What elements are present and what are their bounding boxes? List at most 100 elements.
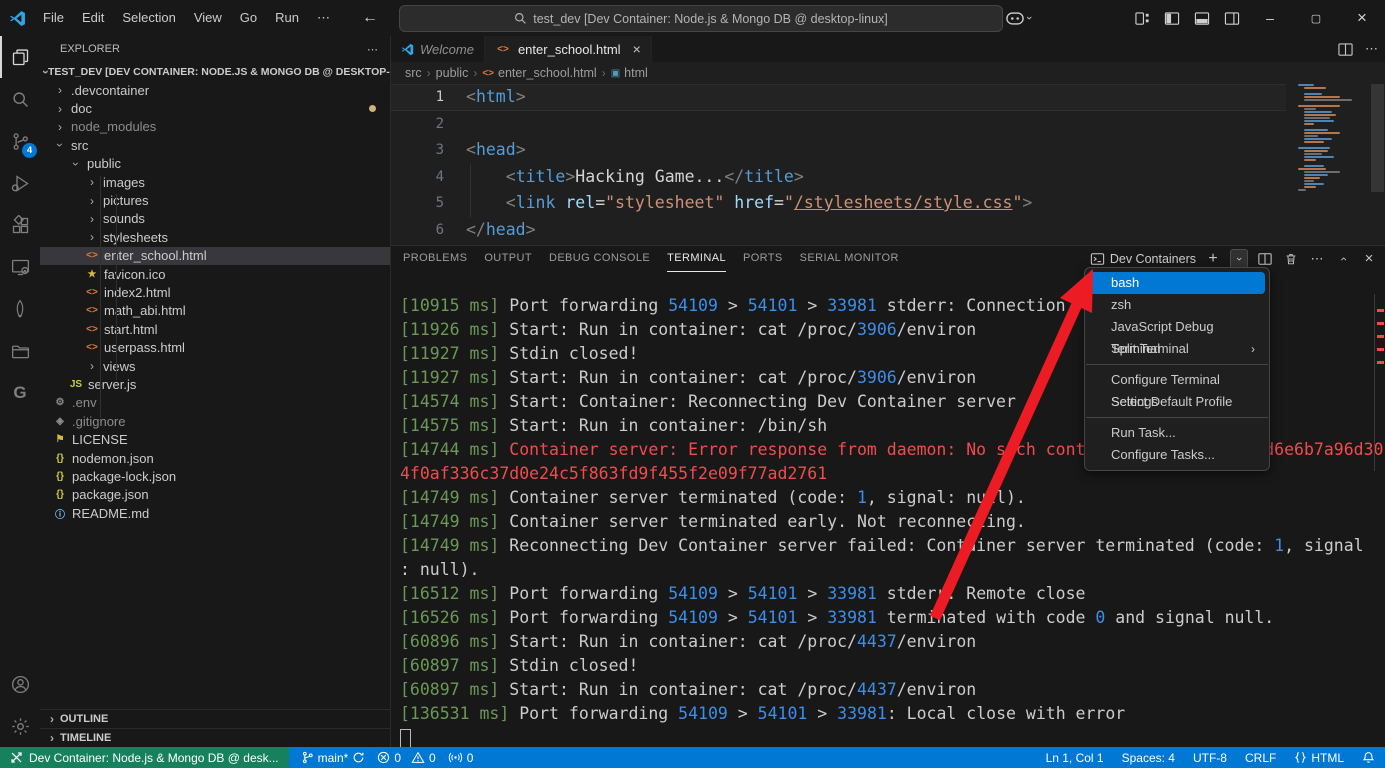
terminal-profile-dropdown[interactable]: › [1230,249,1248,269]
mongodb-icon[interactable] [0,288,40,330]
source-control-icon[interactable]: 4 [0,120,40,162]
kill-terminal-icon[interactable] [1282,250,1300,268]
search-icon[interactable] [0,78,40,120]
notifications-bell-icon[interactable] [1362,751,1375,764]
editor-line-6[interactable]: 6</head> [391,217,1286,244]
tree-item-node-modules[interactable]: ›node_modules [40,118,390,136]
tree-item-math-abi-html[interactable]: <>math_abi.html [40,302,390,320]
menu-more-icon[interactable]: ⋯ [308,6,339,30]
tree-item-license[interactable]: ⚑LICENSE [40,430,390,448]
extensions-icon[interactable] [0,204,40,246]
editor-line-3[interactable]: 3<head> [391,137,1286,164]
tree-item-favicon-ico[interactable]: ★favicon.ico [40,265,390,283]
panel-tab-ports[interactable]: PORTS [743,246,783,272]
editor-scrollbar[interactable] [1371,84,1384,192]
breadcrumb-enter-school-html[interactable]: <>enter_school.html [482,66,596,80]
panel-more-icon[interactable]: ⋯ [1308,250,1326,268]
menu-item-run-task[interactable]: Run Task... [1089,422,1265,444]
editor-line-4[interactable]: 4 <title>Hacking Game...</title> [391,164,1286,191]
tree-item-stylesheets[interactable]: ›stylesheets [40,228,390,246]
explorer-more-icon[interactable]: ⋯ [367,43,378,56]
panel-tab-problems[interactable]: PROBLEMS [403,246,467,272]
nav-back-icon[interactable]: ← [355,5,385,31]
tree-item-package-json[interactable]: {}package.json [40,486,390,504]
maximize-panel-icon[interactable]: › [1334,250,1352,268]
editor-line-5[interactable]: 5 <link rel="stylesheet" href="/styleshe… [391,190,1286,217]
menu-file[interactable]: File [34,6,73,30]
problems-status[interactable]: 0 0 [377,751,435,765]
menu-item-configure-tasks[interactable]: Configure Tasks... [1089,444,1265,466]
toggle-secondary-sidebar-icon[interactable] [1217,5,1247,31]
language-mode[interactable]: HTML [1294,751,1344,765]
code-editor[interactable]: 1<html>23<head>4 <title>Hacking Game...<… [391,84,1385,245]
g-extension-icon[interactable]: G [0,372,40,414]
docker-folder-icon[interactable] [0,330,40,372]
tree-item-enter-school-html[interactable]: <>enter_school.html [40,247,390,265]
tab-enter-school-html[interactable]: <>enter_school.html× [485,36,652,62]
tree-item-readme-md[interactable]: ⓘREADME.md [40,504,390,522]
remote-indicator[interactable]: Dev Container: Node.js & Mongo DB @ desk… [0,747,289,768]
split-editor-icon[interactable] [1338,42,1353,57]
menu-item-select-default-profile[interactable]: Select Default Profile [1089,391,1265,413]
tree-item-index2-html[interactable]: <>index2.html [40,283,390,301]
run-debug-icon[interactable] [0,162,40,204]
minimize-button[interactable]: – [1247,0,1293,36]
eol-status[interactable]: CRLF [1245,751,1276,765]
tree-item-env[interactable]: ⚙.env [40,394,390,412]
tree-item-pictures[interactable]: ›pictures [40,191,390,209]
close-button[interactable]: × [1339,0,1385,36]
command-center-search[interactable]: test_dev [Dev Container: Node.js & Mongo… [399,5,1003,32]
cursor-position[interactable]: Ln 1, Col 1 [1046,751,1104,765]
tree-item-src[interactable]: ›src [40,136,390,154]
menu-item-javascript-debug-terminal[interactable]: JavaScript Debug Terminal [1089,316,1265,338]
tab-close-icon[interactable]: × [633,41,641,57]
breadcrumb-html[interactable]: ▣html [611,66,648,80]
tree-item-package-lock-json[interactable]: {}package-lock.json [40,467,390,485]
tree-item-gitignore[interactable]: ◈.gitignore [40,412,390,430]
copilot-button[interactable]: › [1006,12,1031,25]
tree-item-doc[interactable]: ›doc [40,99,390,117]
tree-item-images[interactable]: ›images [40,173,390,191]
tree-item-views[interactable]: ›views [40,357,390,375]
new-terminal-button[interactable]: + [1204,250,1222,268]
close-panel-icon[interactable]: × [1360,250,1378,268]
remote-explorer-icon[interactable] [0,246,40,288]
customize-layout-icon[interactable] [1127,5,1157,31]
terminal-scrollbar[interactable] [1374,294,1375,471]
panel-tab-terminal[interactable]: TERMINAL [667,246,726,272]
panel-tab-serial-monitor[interactable]: SERIAL MONITOR [800,246,899,272]
tree-item-start-html[interactable]: <>start.html [40,320,390,338]
breadcrumb-src[interactable]: src [405,66,422,80]
maximize-button[interactable]: ▢ [1293,0,1339,36]
tree-item-server-js[interactable]: JSserver.js [40,375,390,393]
menu-edit[interactable]: Edit [73,6,113,30]
tree-item-sounds[interactable]: ›sounds [40,210,390,228]
git-branch-status[interactable]: main* [301,751,366,765]
menu-go[interactable]: Go [231,6,266,30]
panel-tab-output[interactable]: OUTPUT [484,246,532,272]
encoding-status[interactable]: UTF-8 [1193,751,1227,765]
toggle-panel-icon[interactable] [1187,5,1217,31]
explorer-icon[interactable] [0,36,40,78]
tree-item-userpass-html[interactable]: <>userpass.html [40,338,390,356]
tree-item-nodemon-json[interactable]: {}nodemon.json [40,449,390,467]
menu-item-zsh[interactable]: zsh [1089,294,1265,316]
panel-tab-debug-console[interactable]: DEBUG CONSOLE [549,246,650,272]
tab-welcome[interactable]: Welcome [391,36,485,62]
toggle-primary-sidebar-icon[interactable] [1157,5,1187,31]
menu-selection[interactable]: Selection [113,6,184,30]
breadcrumb-public[interactable]: public [436,66,469,80]
outline-section[interactable]: › OUTLINE [40,709,390,728]
editor-line-1[interactable]: 1<html> [391,84,1286,111]
menu-item-configure-terminal-settings[interactable]: Configure Terminal Settings [1089,369,1265,391]
indentation-status[interactable]: Spaces: 4 [1122,751,1175,765]
tree-item-public[interactable]: ›public [40,155,390,173]
menu-item-split-terminal[interactable]: Split Terminal› [1089,338,1265,360]
menu-run[interactable]: Run [266,6,308,30]
tree-item-devcontainer[interactable]: ›.devcontainer [40,81,390,99]
menu-item-bash[interactable]: bash [1089,272,1265,294]
editor-more-icon[interactable]: ⋯ [1365,41,1378,57]
timeline-section[interactable]: › TIMELINE [40,728,390,747]
workspace-root[interactable]: › TEST_DEV [DEV CONTAINER: NODE.JS & MON… [40,62,390,81]
menu-view[interactable]: View [185,6,231,30]
